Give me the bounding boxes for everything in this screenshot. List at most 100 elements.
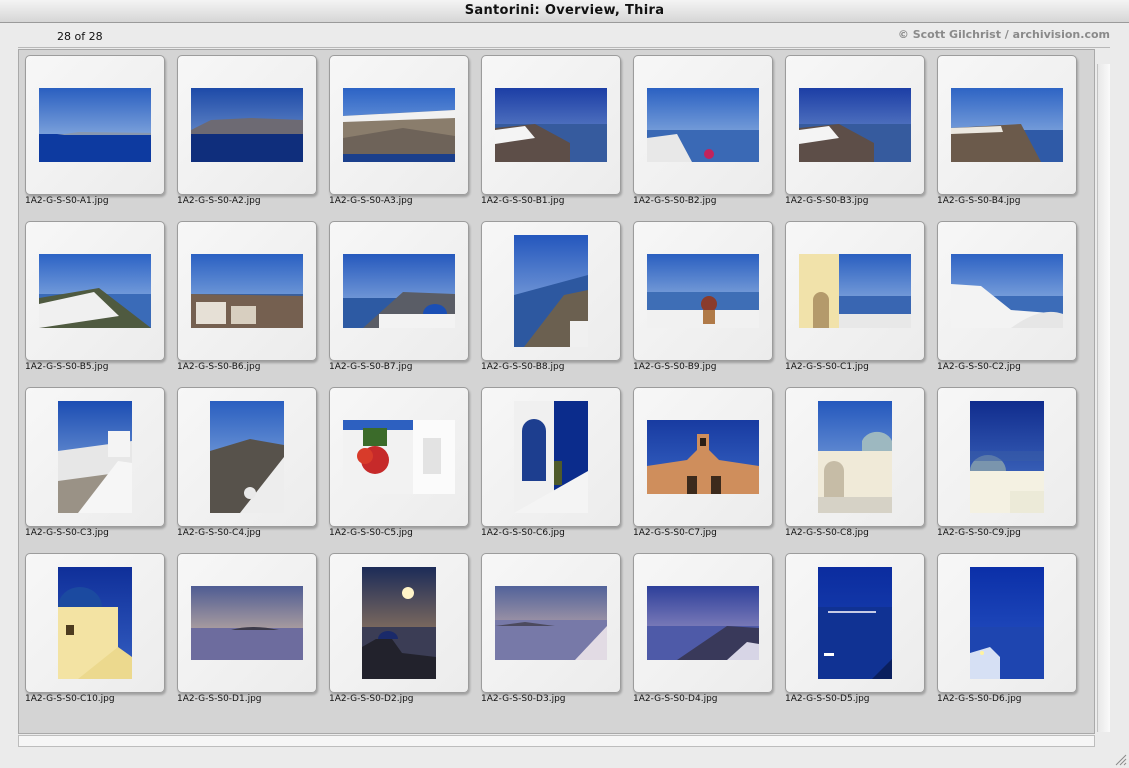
thumbnail-frame[interactable] [177,553,317,693]
photo-thumbnail[interactable] [39,254,151,328]
thumbnail-filename: 1A2-G-S-S0-C5.jpg [329,528,413,538]
photo-thumbnail[interactable] [514,235,588,347]
horizontal-scrollbar[interactable] [18,735,1095,747]
thumbnail-item[interactable]: 1A2-G-S-S0-C3.jpg [25,387,165,548]
thumbnail-filename: 1A2-G-S-S0-B7.jpg [329,362,413,372]
thumbnail-item[interactable]: 1A2-G-S-S0-B8.jpg [481,221,621,382]
photo-thumbnail[interactable] [343,254,455,328]
thumbnail-frame[interactable] [785,221,925,361]
photo-thumbnail[interactable] [647,420,759,494]
photo-thumbnail[interactable] [951,254,1063,328]
thumbnail-item[interactable]: 1A2-G-S-S0-C1.jpg [785,221,925,382]
thumbnail-filename: 1A2-G-S-S0-D5.jpg [785,694,870,704]
vertical-scrollbar[interactable] [1097,64,1110,732]
thumbnail-frame[interactable] [481,553,621,693]
thumbnail-frame[interactable] [481,55,621,195]
thumbnail-frame[interactable] [785,387,925,527]
photo-thumbnail[interactable] [210,401,284,513]
thumbnail-frame[interactable] [25,387,165,527]
thumbnail-item[interactable]: 1A2-G-S-S0-D5.jpg [785,553,925,714]
thumbnail-frame[interactable] [25,553,165,693]
thumbnail-frame[interactable] [633,387,773,527]
thumbnail-filename: 1A2-G-S-S0-C4.jpg [177,528,261,538]
thumbnail-item[interactable]: 1A2-G-S-S0-B6.jpg [177,221,317,382]
thumbnail-filename: 1A2-G-S-S0-C9.jpg [937,528,1021,538]
photo-thumbnail[interactable] [647,88,759,162]
photo-thumbnail[interactable] [343,420,455,494]
thumbnail-filename: 1A2-G-S-S0-B4.jpg [937,196,1021,206]
thumbnail-frame[interactable] [937,387,1077,527]
thumbnail-frame[interactable] [937,55,1077,195]
thumbnail-item[interactable]: 1A2-G-S-S0-C8.jpg [785,387,925,548]
thumbnail-item[interactable]: 1A2-G-S-S0-B5.jpg [25,221,165,382]
thumbnail-item[interactable]: 1A2-G-S-S0-C4.jpg [177,387,317,548]
thumbnail-frame[interactable] [481,221,621,361]
photo-thumbnail[interactable] [39,88,169,162]
photo-thumbnail[interactable] [970,567,1044,679]
thumbnail-filename: 1A2-G-S-S0-D4.jpg [633,694,718,704]
photo-thumbnail[interactable] [191,88,303,162]
thumbnail-item[interactable]: 1A2-G-S-S0-B4.jpg [937,55,1077,216]
photo-thumbnail[interactable] [647,254,759,328]
thumbnail-frame[interactable] [785,55,925,195]
photo-thumbnail[interactable] [58,567,132,679]
photo-thumbnail[interactable] [495,88,607,162]
thumbnail-frame[interactable] [329,387,469,527]
thumbnail-item[interactable]: 1A2-G-S-S0-D1.jpg [177,553,317,714]
thumbnail-frame[interactable] [25,55,169,195]
thumbnail-item[interactable]: 1A2-G-S-S0-B1.jpg [481,55,621,216]
thumbnail-frame[interactable] [633,553,773,693]
thumbnail-item[interactable]: 1A2-G-S-S0-C10.jpg [25,553,165,714]
thumbnail-item[interactable]: 1A2-G-S-S0-D2.jpg [329,553,469,714]
thumbnail-filename: 1A2-G-S-S0-B6.jpg [177,362,261,372]
thumbnail-frame[interactable] [937,221,1077,361]
photo-thumbnail[interactable] [191,586,303,660]
photo-thumbnail[interactable] [818,567,892,679]
photo-thumbnail[interactable] [799,88,911,162]
thumbnail-item[interactable]: 1A2-G-S-S0-B9.jpg [633,221,773,382]
photo-thumbnail[interactable] [970,401,1044,513]
photo-thumbnail[interactable] [191,254,303,328]
thumbnail-frame[interactable] [937,553,1077,693]
thumbnail-filename: 1A2-G-S-S0-A3.jpg [329,196,413,206]
thumbnail-frame[interactable] [481,387,621,527]
thumbnail-frame[interactable] [177,55,317,195]
thumbnail-item[interactable]: 1A2-G-S-S0-C6.jpg [481,387,621,548]
photo-thumbnail[interactable] [647,586,759,660]
photo-thumbnail[interactable] [495,586,607,660]
photo-thumbnail[interactable] [514,401,588,513]
thumbnail-frame[interactable] [329,553,469,693]
thumbnail-item[interactable]: 1A2-G-S-S0-D3.jpg [481,553,621,714]
thumbnail-frame[interactable] [25,221,165,361]
resize-grip-icon[interactable] [1113,752,1127,766]
photo-thumbnail[interactable] [951,88,1063,162]
thumbnail-filename: 1A2-G-S-S0-A1.jpg [25,196,109,206]
thumbnail-frame[interactable] [633,55,773,195]
thumbnail-item[interactable]: 1A2-G-S-S0-C7.jpg [633,387,773,548]
photo-thumbnail[interactable] [362,567,436,679]
thumbnail-frame[interactable] [785,553,925,693]
thumbnail-item[interactable]: 1A2-G-S-S0-B2.jpg [633,55,773,216]
thumbnail-item[interactable]: 1A2-G-S-S0-D6.jpg [937,553,1077,714]
thumbnail-item[interactable]: 1A2-G-S-S0-D4.jpg [633,553,773,714]
thumbnail-item[interactable]: 1A2-G-S-S0-A2.jpg [177,55,317,216]
toolbar: 28 of 28 © Scott Gilchrist / archivision… [18,23,1110,48]
thumbnail-item[interactable]: 1A2-G-S-S0-C5.jpg [329,387,469,548]
thumbnail-item[interactable]: 1A2-G-S-S0-B7.jpg [329,221,469,382]
thumbnail-frame[interactable] [329,55,469,195]
photo-thumbnail[interactable] [58,401,132,513]
photo-thumbnail[interactable] [818,401,892,513]
thumbnail-grid: 1A2-G-S-S0-A1.jpg 1A2-G-S-S0-A2.jpg 1A2-G-… [25,55,1077,714]
thumbnail-item[interactable]: 1A2-G-S-S0-C9.jpg [937,387,1077,548]
thumbnail-frame[interactable] [177,221,317,361]
thumbnail-item[interactable]: 1A2-G-S-S0-A1.jpg [25,55,169,216]
thumbnail-frame[interactable] [633,221,773,361]
thumbnail-filename: 1A2-G-S-S0-D6.jpg [937,694,1022,704]
photo-thumbnail[interactable] [343,88,455,162]
thumbnail-item[interactable]: 1A2-G-S-S0-B3.jpg [785,55,925,216]
photo-thumbnail[interactable] [799,254,911,328]
thumbnail-item[interactable]: 1A2-G-S-S0-A3.jpg [329,55,469,216]
thumbnail-frame[interactable] [329,221,469,361]
thumbnail-item[interactable]: 1A2-G-S-S0-C2.jpg [937,221,1077,382]
thumbnail-frame[interactable] [177,387,317,527]
